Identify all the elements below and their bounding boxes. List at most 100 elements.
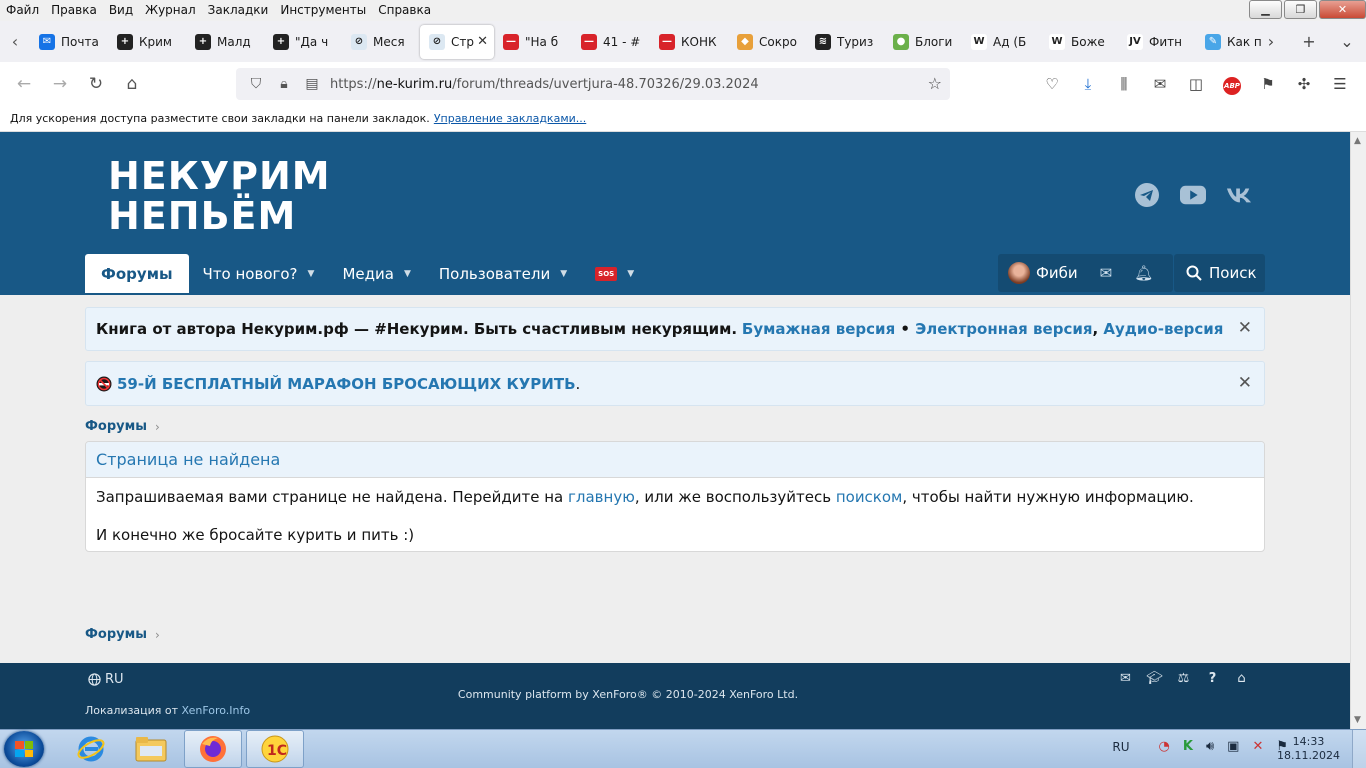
nav-sos[interactable]: SOS ▼ bbox=[581, 255, 648, 293]
browser-tab[interactable]: + "Да ч bbox=[264, 25, 342, 59]
home-icon[interactable]: ⌂ bbox=[114, 74, 150, 94]
address-bar[interactable]: ⛉ 🔒︎ ▤ https://ne-kurim.ru/forum/threads… bbox=[236, 68, 950, 100]
ebook-version-link[interactable]: Электронная версия bbox=[915, 320, 1092, 338]
menu-help[interactable]: Справка bbox=[372, 0, 437, 21]
shield-icon[interactable]: ⛉ bbox=[246, 76, 266, 92]
menu-bookmarks[interactable]: Закладки bbox=[202, 0, 275, 21]
nav-whats-new[interactable]: Что нового? ▼ bbox=[189, 255, 329, 293]
audio-version-link[interactable]: Аудио-версия bbox=[1103, 320, 1223, 338]
speedometer-icon[interactable]: ◔ bbox=[1159, 739, 1170, 754]
user-name[interactable]: Фиби bbox=[1036, 264, 1078, 282]
breadcrumb-forums-link[interactable]: Форумы bbox=[85, 419, 147, 434]
help-question-icon[interactable]: ? bbox=[1198, 671, 1227, 686]
sidebar-icon[interactable]: ◫ bbox=[1178, 75, 1214, 93]
contact-envelope-icon[interactable]: ✉ bbox=[1111, 671, 1140, 686]
browser-tab[interactable]: W Боже bbox=[1040, 25, 1118, 59]
paper-version-link[interactable]: Бумажная версия bbox=[742, 320, 895, 338]
search-link[interactable]: поиском bbox=[836, 488, 903, 506]
reader-view-icon[interactable]: ▤ bbox=[302, 76, 322, 92]
breadcrumb-forums-link[interactable]: Форумы bbox=[85, 627, 147, 642]
firefox-taskbar-button[interactable] bbox=[184, 730, 242, 768]
chevron-down-icon[interactable]: ▼ bbox=[627, 255, 634, 293]
privacy-scales-icon[interactable]: ⚖ bbox=[1169, 671, 1198, 686]
dismiss-notice-close-icon[interactable]: ✕ bbox=[1238, 318, 1252, 338]
avatar[interactable] bbox=[1008, 262, 1030, 284]
internet-explorer-icon[interactable] bbox=[62, 730, 120, 768]
nav-media[interactable]: Медиа ▼ bbox=[328, 255, 424, 293]
marathon-link[interactable]: 59-Й БЕСПЛАТНЫЙ МАРАФОН БРОСАЮЩИХ КУРИТЬ bbox=[117, 375, 576, 393]
menu-edit[interactable]: Правка bbox=[45, 0, 103, 21]
browser-tab[interactable]: JV Фитн bbox=[1118, 25, 1196, 59]
browser-tab[interactable]: ⊘ Меся bbox=[342, 25, 420, 59]
bookmark-flag-icon[interactable]: ⚑ bbox=[1250, 75, 1286, 93]
browser-tab[interactable]: — "На б bbox=[494, 25, 572, 59]
menu-view[interactable]: Вид bbox=[103, 0, 139, 21]
manage-bookmarks-link[interactable]: Управление закладками... bbox=[434, 112, 586, 125]
close-tab-icon[interactable]: ✕ bbox=[477, 34, 488, 49]
browser-tab[interactable]: ✉ Почта bbox=[30, 25, 108, 59]
clock[interactable]: 14:33 18.11.2024 bbox=[1277, 735, 1340, 763]
menu-history[interactable]: Журнал bbox=[139, 0, 202, 21]
window-close-button[interactable]: ✕ bbox=[1319, 0, 1366, 19]
site-logo[interactable]: НЕКУРИМ НЕПЬЁМ bbox=[108, 156, 331, 236]
reload-icon[interactable]: ↻ bbox=[78, 74, 114, 94]
forward-arrow-icon[interactable]: → bbox=[42, 74, 78, 94]
minimize-button[interactable]: ▁ bbox=[1249, 0, 1282, 19]
url-text[interactable]: https://ne-kurim.ru/forum/threads/uvertj… bbox=[330, 77, 759, 92]
scroll-up-icon[interactable]: ▲ bbox=[1354, 136, 1361, 146]
nav-forums[interactable]: Форумы bbox=[85, 254, 189, 293]
vk-icon[interactable] bbox=[1226, 182, 1252, 208]
extensions-icon[interactable]: ✣ bbox=[1286, 75, 1322, 93]
inbox-envelope-icon[interactable]: ✉ bbox=[1100, 264, 1113, 282]
tab-scroll-right-icon[interactable]: › bbox=[1252, 32, 1290, 51]
tab-scroll-left-icon[interactable]: ‹ bbox=[0, 32, 30, 51]
browser-tab[interactable]: — КОНК bbox=[650, 25, 728, 59]
menu-file[interactable]: Файл bbox=[0, 0, 45, 21]
new-tab-icon[interactable]: + bbox=[1290, 32, 1328, 51]
browser-tab[interactable]: ● Блоги bbox=[884, 25, 962, 59]
chevron-down-icon[interactable]: ▼ bbox=[404, 255, 411, 293]
home-icon[interactable]: ⌂ bbox=[1227, 671, 1256, 686]
pocket-icon[interactable]: ♡ bbox=[1034, 75, 1070, 93]
chevron-down-icon[interactable]: ▼ bbox=[308, 255, 315, 293]
hamburger-menu-icon[interactable]: ☰ bbox=[1322, 75, 1358, 93]
bookmark-star-icon[interactable]: ☆ bbox=[928, 74, 942, 93]
downloads-icon[interactable]: ⤓ bbox=[1070, 75, 1106, 93]
mail-extension-icon[interactable]: ✉ bbox=[1142, 75, 1178, 93]
browser-tab[interactable]: + Малд bbox=[186, 25, 264, 59]
input-language[interactable]: RU bbox=[1112, 740, 1129, 754]
browser-tab[interactable]: — 41 - # bbox=[572, 25, 650, 59]
home-link[interactable]: главную bbox=[568, 488, 635, 506]
lock-icon[interactable]: 🔒︎ bbox=[274, 76, 294, 92]
search-button[interactable]: Поиск bbox=[1174, 254, 1265, 292]
scroll-down-icon[interactable]: ▼ bbox=[1354, 715, 1361, 725]
restore-button[interactable]: ❐ bbox=[1284, 0, 1317, 19]
browser-tab[interactable]: ≋ Туриз bbox=[806, 25, 884, 59]
tab-list-chevron-down-icon[interactable]: ⌄ bbox=[1328, 32, 1366, 51]
menu-tools[interactable]: Инструменты bbox=[274, 0, 372, 21]
vertical-scrollbar[interactable]: ▲ ▼ bbox=[1350, 132, 1366, 729]
network-icon[interactable]: ▣ bbox=[1227, 739, 1239, 754]
1c-taskbar-button[interactable]: 1C bbox=[246, 730, 304, 768]
network-error-icon[interactable]: ✕ bbox=[1252, 739, 1263, 754]
kaspersky-icon[interactable]: K bbox=[1183, 739, 1193, 754]
telegram-icon[interactable] bbox=[1134, 182, 1160, 208]
language-chooser[interactable]: RU bbox=[88, 672, 124, 687]
xenforo-info-link[interactable]: XenForo.Info bbox=[182, 704, 251, 717]
chevron-down-icon[interactable]: ▼ bbox=[560, 255, 567, 293]
back-arrow-icon[interactable]: ← bbox=[6, 74, 42, 94]
dismiss-notice-close-icon[interactable]: ✕ bbox=[1238, 373, 1252, 393]
show-desktop-button[interactable] bbox=[1352, 730, 1366, 768]
rules-graduation-cap-icon[interactable]: 🎓︎ bbox=[1140, 671, 1169, 686]
browser-tab[interactable]: ◆ Сокро bbox=[728, 25, 806, 59]
alerts-bell-icon[interactable]: 🔔︎ bbox=[1134, 264, 1153, 282]
volume-icon[interactable]: 🔊︎ bbox=[1206, 739, 1214, 754]
file-explorer-icon[interactable] bbox=[122, 730, 180, 768]
library-icon[interactable]: ⫼ bbox=[1106, 75, 1142, 93]
adblock-icon[interactable]: ABP bbox=[1214, 74, 1250, 95]
browser-tab[interactable]: ⊘ Стр ✕ bbox=[420, 24, 494, 59]
browser-tab[interactable]: + Крим bbox=[108, 25, 186, 59]
start-button[interactable] bbox=[4, 731, 44, 767]
browser-tab[interactable]: W Ад (Б bbox=[962, 25, 1040, 59]
nav-members[interactable]: Пользователи ▼ bbox=[425, 255, 581, 293]
